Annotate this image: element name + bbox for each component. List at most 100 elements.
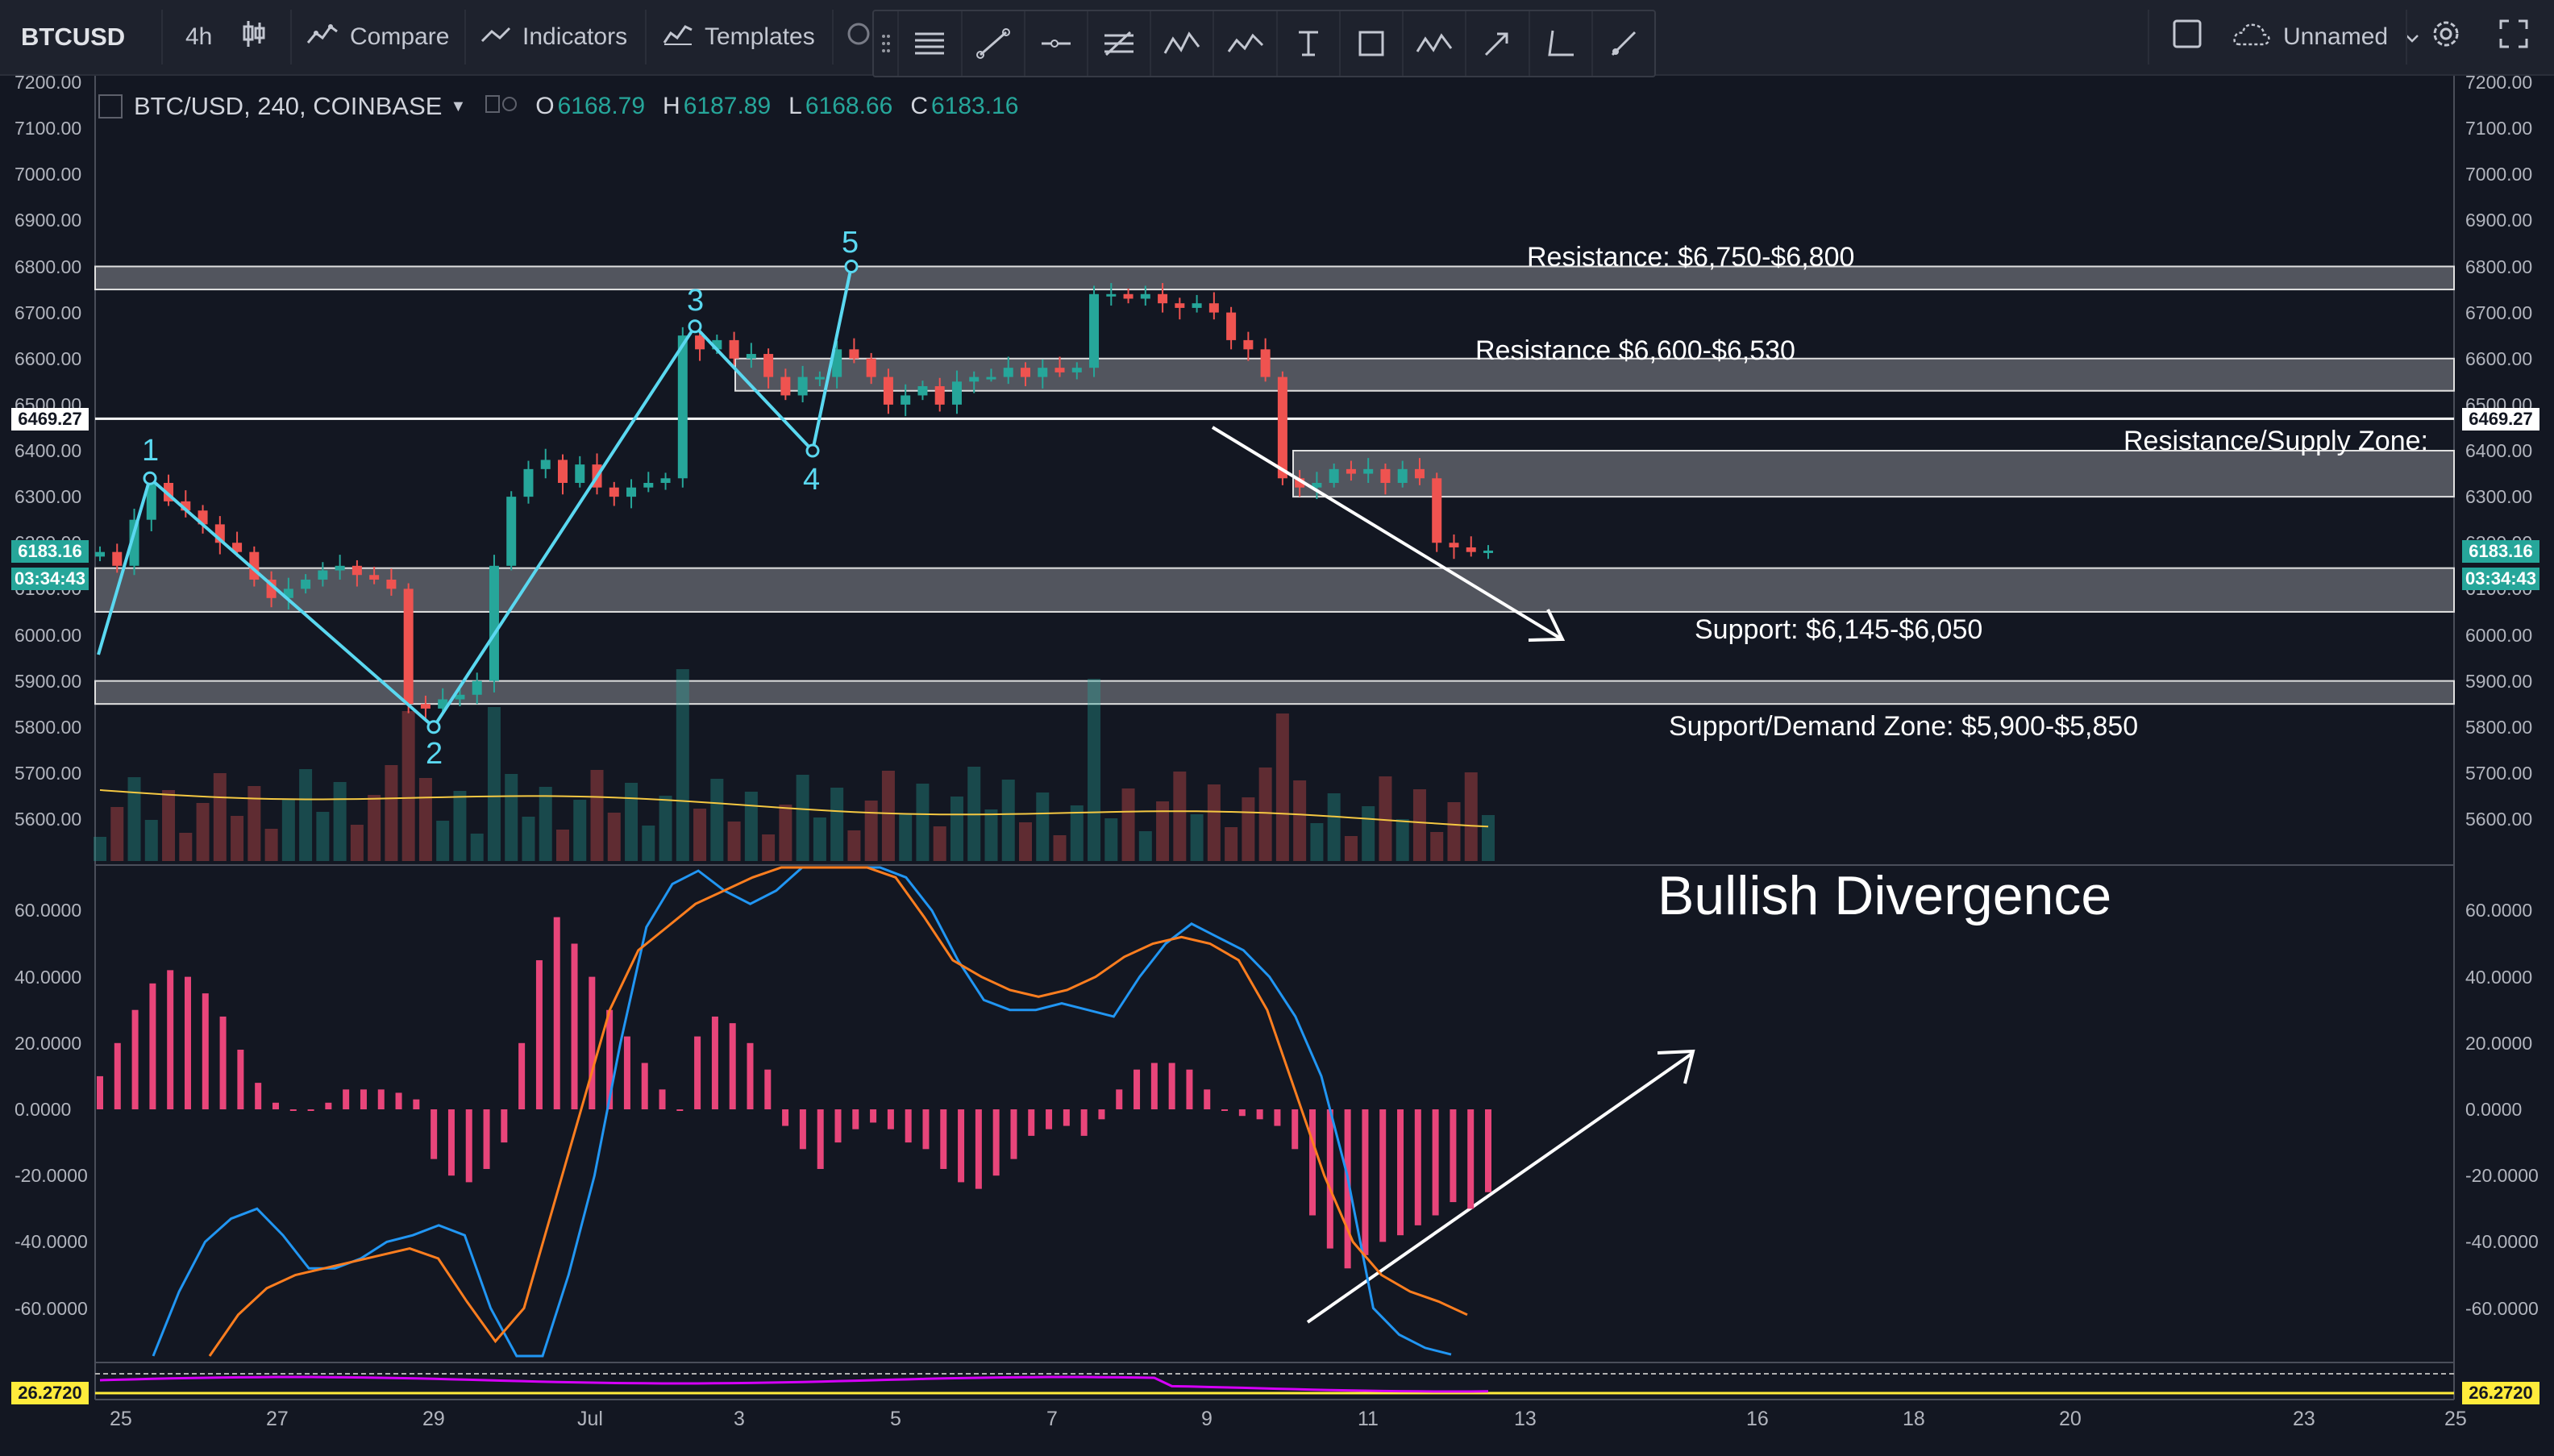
volume-bar (1070, 805, 1084, 861)
wave-point (426, 720, 441, 734)
macd-histogram-bar (1432, 1109, 1439, 1216)
candle-body (1466, 547, 1476, 552)
candle-body (780, 376, 791, 396)
candle-body (1380, 468, 1391, 483)
legend-symbol[interactable]: BTC/USD, 240, COINBASE (134, 92, 442, 121)
candle-body (626, 487, 637, 497)
resistance-1-label[interactable]: Resistance: $6,750-$6,800 (1527, 242, 1854, 273)
candle-body (866, 358, 876, 377)
macd-histogram-bar (1186, 1069, 1193, 1109)
macd-pane (97, 866, 1491, 1358)
volume-bar (916, 784, 930, 861)
price-tick-label: 6900.00 (2465, 210, 2533, 231)
volume-bar (1190, 814, 1204, 861)
candle-body (1414, 468, 1425, 479)
caret-down-icon[interactable]: ▼ (450, 98, 466, 116)
support-demand-label[interactable]: Support/Demand Zone: $5,900-$5,850 (1669, 711, 2138, 743)
candle-body (318, 570, 328, 580)
chart-canvas[interactable] (0, 0, 2554, 1456)
macd-histogram-bar (360, 1089, 367, 1109)
candle-body (112, 551, 123, 566)
rsi-pane (95, 1373, 2454, 1395)
volume-bar (1001, 780, 1015, 861)
macd-histogram-bar (114, 1042, 121, 1109)
macd-histogram-bar (1274, 1109, 1281, 1126)
candle-body (1021, 368, 1030, 377)
volume-bar (179, 833, 193, 861)
candle-body (643, 482, 654, 488)
rsi-tag-left: 26.2720 (11, 1382, 89, 1404)
rsi-line (99, 1375, 1489, 1393)
price-tick-label: 5600.00 (15, 809, 82, 830)
price-tick-label: 7000.00 (15, 164, 82, 185)
wave-label-1[interactable]: 1 (142, 434, 159, 468)
candle-body (1243, 339, 1254, 350)
macd-histogram-bar (1116, 1089, 1123, 1109)
candle-body (1192, 303, 1202, 308)
macd-histogram-bar (747, 1042, 754, 1109)
zones-layer (94, 265, 2455, 705)
date-tick-label: 27 (266, 1408, 289, 1430)
volume-bar (1379, 776, 1392, 861)
zone-rectangle (94, 680, 2455, 705)
candle-body (951, 381, 962, 405)
expand-legend-icon[interactable] (98, 94, 123, 119)
macd-histogram-bar (1028, 1109, 1035, 1136)
volume-bar (642, 826, 655, 861)
candle-body (1277, 376, 1287, 479)
wave-label-3[interactable]: 3 (687, 284, 704, 318)
macd-histogram-bar (992, 1109, 1000, 1176)
volume-bar (573, 800, 587, 861)
resistance-2-label[interactable]: Resistance $6,600-$6,530 (1475, 335, 1795, 367)
candle-body (677, 335, 688, 479)
volume-bar (1225, 827, 1238, 861)
macd-histogram-bar (589, 976, 596, 1109)
wave-label-2[interactable]: 2 (426, 737, 443, 772)
macd-histogram-bar (1379, 1109, 1387, 1242)
close-value: 6183.16 (930, 93, 1019, 119)
candle-body (420, 704, 431, 709)
wave-label-4[interactable]: 4 (803, 463, 820, 497)
volume-bar (779, 805, 792, 861)
oscillator-tick-label: -60.0000 (15, 1297, 88, 1319)
legend-settings-icon[interactable] (485, 93, 518, 120)
volume-bar (385, 765, 398, 861)
volume-bar (693, 809, 707, 861)
macd-histogram-bar (501, 1109, 508, 1143)
support-label[interactable]: Support: $6,145-$6,050 (1695, 614, 1982, 646)
volume-bar (1088, 679, 1101, 861)
candle-body (1260, 349, 1271, 377)
oscillator-tick-label: 60.0000 (2465, 900, 2533, 921)
volume-bar (556, 830, 569, 861)
volume-bar (316, 812, 330, 861)
wave-label-5[interactable]: 5 (842, 226, 859, 260)
price-tick-label: 6000.00 (2465, 624, 2533, 646)
volume-bar (796, 775, 809, 861)
volume-bar (1258, 768, 1272, 861)
candle-body (386, 579, 397, 589)
volume-bar (710, 779, 724, 861)
price-tick-label: 6000.00 (15, 624, 82, 646)
volume-bar (281, 799, 295, 861)
volume-bar (881, 771, 895, 861)
price-tick-label: 5900.00 (2465, 670, 2533, 692)
candle-body (95, 551, 105, 557)
zone-rectangle (94, 567, 2455, 613)
close-label: C (910, 93, 928, 119)
candle-body (369, 575, 380, 580)
volume-bar (1207, 784, 1221, 861)
macd-histogram-bar (553, 917, 560, 1109)
volume-bar (1019, 822, 1032, 861)
zone-rectangle (94, 265, 2455, 291)
resistance-supply-label[interactable]: Resistance/Supply Zone: (2123, 426, 2428, 457)
macd-histogram-bar (1204, 1089, 1211, 1109)
date-tick-label: 29 (422, 1408, 445, 1430)
candle-body (472, 680, 482, 695)
volume-bar (1036, 792, 1050, 861)
macd-histogram-bar (729, 1023, 736, 1109)
volume-bar (1310, 823, 1324, 861)
bullish-divergence-label[interactable]: Bullish Divergence (1658, 864, 2111, 927)
macd-histogram-bar (149, 983, 156, 1109)
line-price-tag-right: 6469.27 (2462, 408, 2539, 431)
candle-body (1432, 478, 1442, 543)
